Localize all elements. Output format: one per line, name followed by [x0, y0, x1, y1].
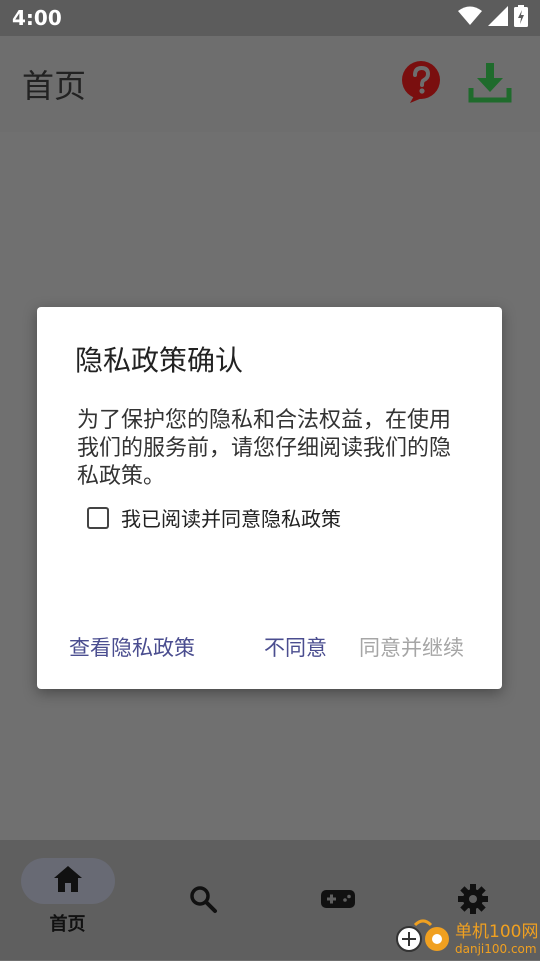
dialog-actions: 查看隐私政策 不同意 同意并继续 [37, 632, 502, 666]
dialog-title: 隐私政策确认 [75, 344, 244, 377]
download-button[interactable] [462, 56, 518, 112]
search-icon [188, 884, 218, 918]
agree-checkbox-row[interactable]: 我已阅读并同意隐私政策 [87, 503, 341, 532]
battery-charging-icon [514, 5, 528, 31]
nav-search-wrap [156, 878, 250, 924]
view-policy-button[interactable]: 查看隐私政策 [69, 632, 195, 662]
nav-home[interactable]: 首页 [0, 840, 135, 960]
nav-search[interactable] [135, 840, 270, 960]
watermark-text: 单机100网 danji100.com [455, 922, 538, 956]
watermark-text-cn: 单机100网 [455, 922, 539, 942]
watermark-text-en: danji100.com [455, 942, 537, 956]
nav-games-wrap [291, 878, 385, 924]
gamepad-icon [320, 887, 356, 915]
status-icons [458, 5, 528, 31]
gear-icon [457, 883, 489, 919]
watermark: 单机100网 danji100.com [395, 918, 540, 960]
privacy-dialog: 隐私政策确认 为了保护您的隐私和合法权益，在使用我们的服务前，请您仔细阅读我们的… [37, 307, 502, 689]
status-time: 4:00 [12, 6, 62, 30]
help-button[interactable] [394, 56, 450, 112]
home-icon [53, 865, 83, 897]
app-bar: 首页 [0, 36, 540, 132]
help-icon [400, 60, 444, 108]
wifi-icon [458, 6, 482, 30]
download-icon [468, 60, 512, 108]
dialog-message: 为了保护您的隐私和合法权益，在使用我们的服务前，请您仔细阅读我们的隐私政策。 [77, 408, 452, 489]
nav-games[interactable] [270, 840, 405, 960]
signal-icon [488, 6, 508, 30]
watermark-logo-icon [395, 917, 451, 961]
agree-checkbox[interactable] [87, 506, 109, 529]
status-bar: 4:00 [0, 0, 540, 36]
nav-home-label: 首页 [49, 914, 86, 935]
agree-continue-button[interactable]: 同意并继续 [359, 632, 464, 662]
agree-checkbox-label: 我已阅读并同意隐私政策 [121, 507, 341, 531]
page-title: 首页 [22, 67, 87, 105]
nav-home-indicator [20, 858, 115, 904]
disagree-button[interactable]: 不同意 [264, 632, 327, 662]
